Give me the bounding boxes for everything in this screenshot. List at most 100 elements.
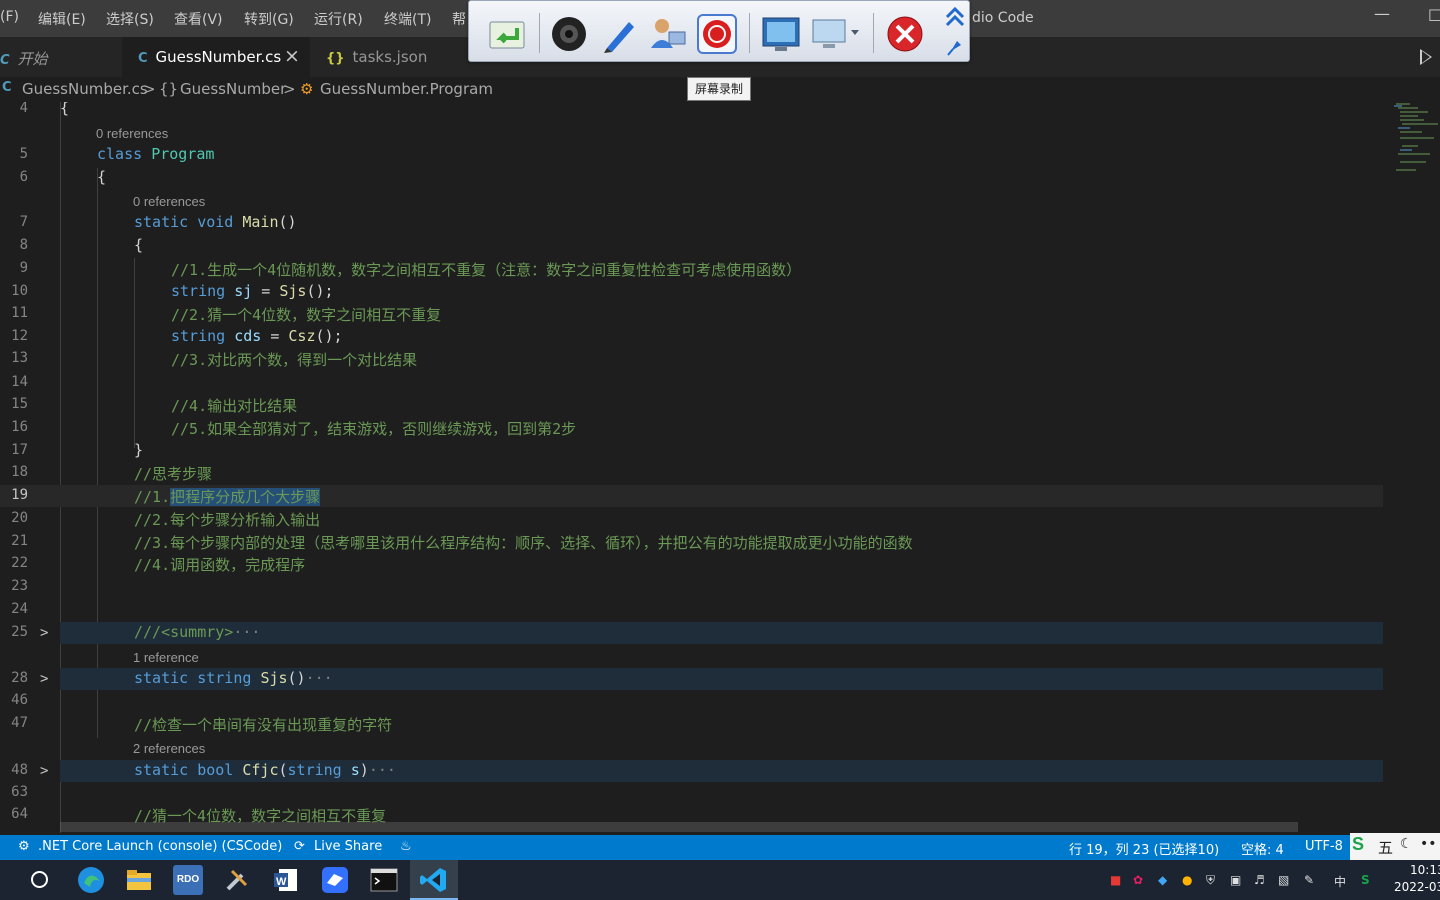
security-icon[interactable]: ⛨ bbox=[1206, 873, 1215, 888]
terminal-icon[interactable] bbox=[369, 865, 399, 895]
close-tab-icon[interactable]: × bbox=[284, 45, 300, 67]
tab-guessnumber[interactable]: C GuessNumber.cs × bbox=[122, 37, 310, 77]
sogou-logo-icon: S bbox=[1352, 834, 1365, 854]
record-icon[interactable] bbox=[697, 14, 737, 54]
pen-icon[interactable] bbox=[599, 14, 639, 54]
namespace-icon: {} bbox=[159, 80, 179, 98]
indentation[interactable]: 空格: 4 bbox=[1241, 839, 1284, 858]
fold-chevron-icon[interactable]: > bbox=[40, 625, 48, 641]
code-line: 47 //检查一个串间有没有出现重复的字符 bbox=[11, 715, 393, 734]
code-line: 22 //4.调用函数，完成程序 bbox=[11, 555, 306, 574]
tray-app-icon[interactable]: ● bbox=[1182, 873, 1192, 887]
tray-app-icon[interactable]: ✿ bbox=[1133, 873, 1143, 887]
codelens-row: 1 reference bbox=[0, 647, 1383, 669]
fullscreen-icon[interactable] bbox=[761, 14, 801, 54]
tools-icon[interactable] bbox=[222, 865, 252, 895]
code-line: 16 //5.如果全部猜对了，结束游戏，否则继续游戏，回到第2步 bbox=[11, 419, 577, 438]
text-selection: 把程序分成几个大步骤 bbox=[170, 488, 321, 506]
clock-time: 10:13 bbox=[1410, 863, 1440, 877]
clock-date: 2022-03 bbox=[1394, 880, 1440, 894]
menu-selection[interactable]: 选择(S) bbox=[106, 9, 154, 29]
code-line: 10 string sj = Sjs(); bbox=[11, 282, 334, 300]
menu-view[interactable]: 查看(V) bbox=[174, 9, 223, 29]
code-line: 6 { bbox=[19, 168, 107, 186]
maximize-icon[interactable]: ☐ bbox=[1428, 6, 1440, 25]
csharp-icon: C bbox=[2, 80, 12, 95]
tab-start[interactable]: C 开始 bbox=[0, 37, 122, 77]
vscode-taskbar-button[interactable] bbox=[410, 860, 458, 900]
code-line: 5 class Program bbox=[19, 145, 215, 163]
tab-label: 开始 bbox=[17, 50, 48, 68]
codelens-references[interactable]: 0 references bbox=[133, 194, 205, 209]
debug-launch-config[interactable]: .NET Core Launch (console) (CSCode) bbox=[38, 839, 282, 854]
record-tooltip: 屏幕录制 bbox=[687, 77, 751, 101]
menu-help[interactable]: 帮 bbox=[452, 9, 466, 29]
code-line-folded: 48 > static bool Cfjc(string s)··· bbox=[11, 761, 396, 779]
sogou-tray-icon[interactable]: S bbox=[1361, 873, 1370, 887]
codelens-row: 0 references bbox=[0, 191, 1383, 213]
encoding[interactable]: UTF-8 bbox=[1305, 839, 1343, 854]
edge-browser-icon[interactable] bbox=[76, 865, 106, 895]
toolbar-divider bbox=[539, 13, 540, 53]
menu-terminal[interactable]: 终端(T) bbox=[384, 9, 431, 29]
code-line: 23 bbox=[11, 578, 28, 594]
flame-icon[interactable]: ♨ bbox=[400, 839, 412, 854]
menu-go[interactable]: 转到(G) bbox=[244, 9, 294, 29]
tab-tasks-json[interactable]: {} tasks.json bbox=[310, 37, 450, 77]
code-line: 63 bbox=[11, 784, 28, 800]
live-share-button[interactable]: Live Share bbox=[314, 839, 382, 854]
input-language[interactable]: 中 bbox=[1334, 873, 1346, 890]
code-line: 21 //3.每个步骤内部的处理（思考哪里该用什么程序结构：顺序、选择、循环），… bbox=[11, 533, 913, 552]
volume-icon[interactable]: ♬ bbox=[1254, 873, 1265, 887]
monitor-dropdown-icon[interactable] bbox=[811, 14, 865, 54]
pen-tray-icon[interactable]: ✎ bbox=[1304, 873, 1314, 887]
codelens-references[interactable]: 0 references bbox=[96, 126, 168, 141]
breadcrumb-separator: > bbox=[143, 80, 156, 98]
tray-folder-icon[interactable]: ▣ bbox=[1230, 873, 1241, 887]
codelens-references[interactable]: 1 reference bbox=[133, 650, 199, 665]
collapse-pin-icon[interactable] bbox=[943, 5, 967, 59]
return-icon[interactable] bbox=[487, 14, 527, 54]
word-icon[interactable]: W bbox=[271, 865, 301, 895]
horizontal-scrollbar[interactable] bbox=[60, 822, 1298, 832]
rdo-app-icon[interactable]: RDO bbox=[173, 865, 203, 895]
status-bar: ⚙ .NET Core Launch (console) (CSCode) ⟳ … bbox=[0, 833, 1440, 860]
menu-file[interactable]: (F) bbox=[0, 9, 19, 25]
close-icon[interactable] bbox=[885, 14, 925, 54]
fold-chevron-icon[interactable]: > bbox=[40, 671, 48, 687]
network-icon[interactable]: ▧ bbox=[1278, 873, 1289, 887]
feishu-icon[interactable] bbox=[320, 865, 350, 895]
debug-launch-icon[interactable]: ⚙ bbox=[18, 839, 30, 854]
code-line: 12 string cds = Csz(); bbox=[11, 327, 343, 345]
ime-toolbar[interactable]: S 五 ☾ •• bbox=[1350, 833, 1440, 860]
minimize-icon[interactable]: — bbox=[1374, 4, 1390, 23]
breadcrumb-file[interactable]: GuessNumber.cs bbox=[22, 80, 148, 98]
minimap[interactable] bbox=[1388, 102, 1440, 182]
cursor-position[interactable]: 行 19，列 23 (已选择10) bbox=[1069, 839, 1219, 858]
menu-run[interactable]: 运行(R) bbox=[314, 9, 363, 29]
code-line: 24 bbox=[11, 601, 28, 617]
clock[interactable]: 10:13 2022-03 bbox=[1394, 862, 1440, 896]
run-icon[interactable] bbox=[1420, 49, 1432, 65]
fold-chevron-icon[interactable]: > bbox=[40, 763, 48, 779]
tray-app-icon[interactable]: ■ bbox=[1110, 873, 1121, 887]
breadcrumb-namespace[interactable]: GuessNumber bbox=[180, 80, 286, 98]
codelens-references[interactable]: 2 references bbox=[133, 741, 205, 756]
camera-icon[interactable] bbox=[549, 14, 589, 54]
ime-mode: 五 bbox=[1378, 839, 1394, 857]
file-explorer-icon[interactable] bbox=[124, 865, 154, 895]
vscode-window: (F) 编辑(E) 选择(S) 查看(V) 转到(G) 运行(R) 终端(T) … bbox=[0, 0, 1440, 900]
code-line: 14 bbox=[11, 374, 28, 390]
user-icon[interactable] bbox=[647, 14, 687, 54]
code-line: 8 { bbox=[19, 236, 144, 254]
csharp-icon: C bbox=[0, 53, 10, 68]
search-icon[interactable] bbox=[31, 871, 48, 888]
bluetooth-icon[interactable]: ◆ bbox=[1158, 873, 1167, 887]
codelens-row: 0 references bbox=[0, 123, 1383, 145]
code-editor[interactable]: 4 { 0 references 5 class Program 6 { 0 r… bbox=[0, 102, 1440, 833]
live-share-icon[interactable]: ⟳ bbox=[294, 839, 305, 854]
tab-label: tasks.json bbox=[352, 48, 428, 66]
menu-edit[interactable]: 编辑(E) bbox=[38, 9, 86, 29]
breadcrumb-class[interactable]: GuessNumber.Program bbox=[320, 80, 493, 98]
svg-text:W: W bbox=[276, 876, 287, 888]
